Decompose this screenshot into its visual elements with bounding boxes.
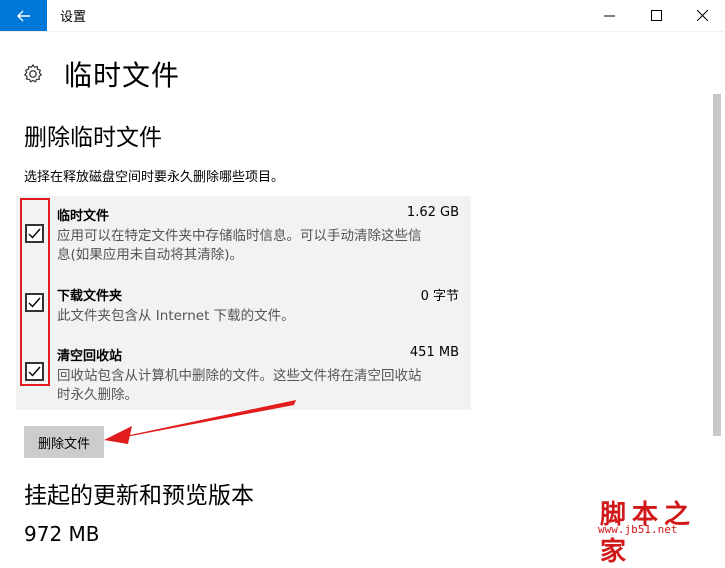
item-description: 息(如果应用未自动将其清除)。 (57, 247, 244, 263)
highlight-box (20, 198, 50, 386)
minimize-icon (603, 15, 615, 17)
back-arrow-icon (16, 10, 30, 21)
annotation-arrow-icon (104, 400, 296, 444)
section-title-pending-updates: 挂起的更新和预览版本 (24, 483, 254, 509)
item-description: 此文件夹包含从 Internet 下载的文件。 (57, 308, 295, 324)
section-title-delete-temp: 删除临时文件 (24, 125, 162, 151)
page-header: 临时文件 (22, 54, 180, 94)
section-description: 选择在释放磁盘空间时要永久删除哪些项目。 (24, 170, 285, 185)
gear-icon (24, 64, 42, 83)
delete-files-button[interactable]: 删除文件 (24, 426, 104, 458)
maximize-button[interactable] (633, 0, 679, 31)
watermark-url: www.jb51.net (598, 523, 678, 536)
window-title: 设置 (60, 10, 87, 25)
page-title: 临时文件 (64, 59, 181, 92)
scrollbar[interactable] (713, 94, 721, 436)
item-name: 临时文件 (57, 209, 110, 224)
close-icon (696, 10, 708, 21)
pending-updates-size: 972 MB (24, 522, 100, 546)
item-name: 下载文件夹 (57, 289, 123, 304)
title-bar: 设置 (0, 0, 725, 32)
back-button[interactable] (0, 0, 47, 31)
item-size: 0 字节 (420, 289, 459, 304)
item-name: 清空回收站 (57, 349, 123, 364)
list-item: 临时文件 1.62 GB 应用可以在特定文件夹中存储临时信息。可以手动清除这些信… (57, 205, 467, 265)
item-size: 1.62 GB (406, 205, 459, 220)
item-description: 回收站包含从计算机中删除的文件。这些文件将在清空回收站 (57, 368, 422, 384)
item-description: 应用可以在特定文件夹中存储临时信息。可以手动清除这些信 (57, 228, 422, 244)
maximize-icon (650, 10, 662, 21)
item-size: 451 MB (409, 345, 459, 360)
list-item: 下载文件夹 0 字节 此文件夹包含从 Internet 下载的文件。 (57, 285, 467, 326)
close-button[interactable] (679, 0, 725, 31)
minimize-button[interactable] (586, 0, 632, 31)
